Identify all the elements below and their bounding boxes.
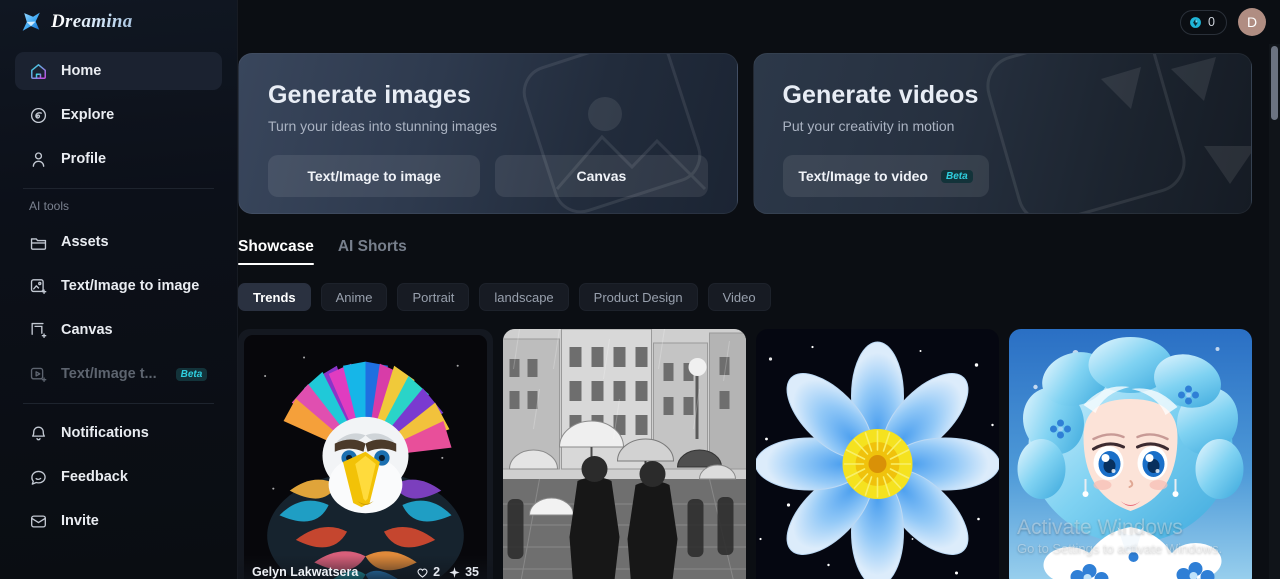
rainy-street-artwork bbox=[503, 329, 746, 579]
text-image-to-video-label: Text/Image to video bbox=[798, 168, 928, 184]
generate-videos-actions: Text/Image to video Beta bbox=[782, 155, 1223, 197]
content-tabs: Showcase AI Shorts bbox=[238, 214, 1280, 265]
tab-showcase[interactable]: Showcase bbox=[238, 238, 314, 265]
canvas-button[interactable]: Canvas bbox=[495, 155, 708, 197]
star-stat[interactable]: 35 bbox=[448, 565, 479, 579]
topbar: 0 D bbox=[238, 0, 1280, 44]
generate-videos-title: Generate videos bbox=[782, 81, 979, 109]
brand-logo[interactable]: Dreamina bbox=[15, 0, 222, 44]
sidebar-item-notifications[interactable]: Notifications bbox=[15, 414, 222, 452]
showcase-card[interactable]: Activate Windows Go to Settings to activ… bbox=[1009, 329, 1252, 579]
like-stat[interactable]: 2 bbox=[416, 565, 440, 579]
generate-videos-subtitle: Put your creativity in motion bbox=[782, 118, 955, 134]
sidebar-item-label: Home bbox=[61, 63, 102, 79]
tab-ai-shorts[interactable]: AI Shorts bbox=[338, 238, 407, 265]
folder-icon bbox=[29, 233, 48, 252]
sidebar-item-label: Notifications bbox=[61, 425, 149, 441]
category-filters: Trends Anime Portrait landscape Product … bbox=[238, 265, 1280, 311]
credits-button[interactable]: 0 bbox=[1180, 9, 1227, 35]
anime-girl-blue-hair-artwork bbox=[1009, 329, 1252, 579]
sidebar-item-invite[interactable]: Invite bbox=[15, 502, 222, 540]
hero-cards: Generate images Turn your ideas into stu… bbox=[238, 44, 1280, 214]
showcase-card[interactable] bbox=[503, 329, 746, 579]
sidebar: Dreamina Home Explore Profile AI tools A… bbox=[0, 0, 238, 579]
chat-icon bbox=[29, 468, 48, 487]
sidebar-item-label: Profile bbox=[61, 151, 107, 167]
sidebar-tools-nav: Assets Text/Image to image Canvas Text/I… bbox=[15, 223, 222, 393]
invite-inbox-icon bbox=[29, 512, 48, 531]
sidebar-item-feedback[interactable]: Feedback bbox=[15, 458, 222, 496]
showcase-card[interactable] bbox=[756, 329, 999, 579]
beta-badge: Beta bbox=[940, 169, 973, 183]
chip-video[interactable]: Video bbox=[707, 283, 771, 311]
chip-anime[interactable]: Anime bbox=[320, 283, 388, 311]
chip-portrait[interactable]: Portrait bbox=[397, 283, 470, 311]
avatar[interactable]: D bbox=[1238, 8, 1266, 36]
sidebar-item-profile[interactable]: Profile bbox=[15, 140, 222, 178]
sidebar-item-text-image-to-video[interactable]: Text/Image t... Beta bbox=[15, 355, 222, 393]
credit-coin-icon bbox=[1189, 16, 1202, 29]
generate-images-card[interactable]: Generate images Turn your ideas into stu… bbox=[238, 53, 738, 214]
dreamina-star-logo-icon bbox=[19, 10, 44, 35]
sidebar-item-text-image-to-image[interactable]: Text/Image to image bbox=[15, 267, 222, 305]
card-thumbnail bbox=[244, 335, 487, 579]
generate-images-subtitle: Turn your ideas into stunning images bbox=[268, 118, 498, 134]
chip-product-design[interactable]: Product Design bbox=[578, 283, 698, 311]
sidebar-item-label: Invite bbox=[61, 513, 99, 529]
sidebar-item-assets[interactable]: Assets bbox=[15, 223, 222, 261]
app-root: Dreamina Home Explore Profile AI tools A… bbox=[0, 0, 1280, 579]
avatar-initial: D bbox=[1246, 14, 1258, 30]
star-count: 35 bbox=[465, 565, 479, 579]
sidebar-group-title: AI tools bbox=[29, 199, 70, 213]
sidebar-secondary-nav: Notifications Feedback Invite bbox=[15, 414, 222, 540]
sidebar-item-canvas[interactable]: Canvas bbox=[15, 311, 222, 349]
main-content: 0 D Generate images Turn your ideas into… bbox=[238, 0, 1280, 579]
compass-icon bbox=[29, 106, 48, 125]
bell-icon bbox=[29, 424, 48, 443]
generate-videos-card[interactable]: Generate videos Put your creativity in m… bbox=[752, 53, 1252, 214]
card-thumbnail bbox=[503, 329, 746, 579]
text-image-to-video-button[interactable]: Text/Image to video Beta bbox=[782, 155, 989, 197]
sidebar-item-label: Assets bbox=[61, 234, 109, 250]
card-thumbnail bbox=[756, 329, 999, 579]
sidebar-divider-bottom bbox=[23, 403, 214, 404]
chip-landscape[interactable]: landscape bbox=[479, 283, 569, 311]
scrollbar-thumb[interactable] bbox=[1271, 46, 1278, 120]
blue-flower-night-artwork bbox=[756, 329, 999, 579]
sidebar-primary-nav: Home Explore Profile bbox=[15, 44, 222, 178]
chip-trends[interactable]: Trends bbox=[238, 283, 311, 311]
sidebar-item-home[interactable]: Home bbox=[15, 52, 222, 90]
scrollbar-track[interactable] bbox=[1269, 44, 1280, 579]
card-thumbnail: Activate Windows Go to Settings to activ… bbox=[1009, 329, 1252, 579]
card-author: Gelyn Lakwatsera bbox=[252, 565, 359, 579]
colorful-eagle-artwork bbox=[244, 335, 487, 579]
home-icon bbox=[29, 62, 48, 81]
showcase-grid: Gelyn Lakwatsera 2 35 Activate Windows G… bbox=[238, 311, 1280, 579]
brand-name: Dreamina bbox=[51, 11, 133, 32]
sidebar-divider-top bbox=[23, 188, 214, 189]
like-count: 2 bbox=[433, 565, 441, 579]
sidebar-item-label: Canvas bbox=[61, 322, 113, 338]
sidebar-item-label: Explore bbox=[61, 107, 115, 123]
showcase-card[interactable]: Gelyn Lakwatsera 2 35 bbox=[238, 329, 493, 579]
generate-images-title: Generate images bbox=[268, 81, 471, 109]
card-meta: Gelyn Lakwatsera 2 35 bbox=[238, 555, 493, 579]
generate-images-actions: Text/Image to image Canvas bbox=[268, 155, 708, 197]
sidebar-item-label: Text/Image t... bbox=[61, 366, 157, 382]
person-icon bbox=[29, 150, 48, 169]
sidebar-item-explore[interactable]: Explore bbox=[15, 96, 222, 134]
image-sparkle-icon bbox=[29, 277, 48, 296]
sparkle-icon bbox=[449, 566, 460, 578]
canvas-frame-icon bbox=[29, 321, 48, 340]
sidebar-item-label: Feedback bbox=[61, 469, 128, 485]
credits-count: 0 bbox=[1208, 15, 1215, 29]
beta-badge: Beta bbox=[175, 367, 208, 381]
text-image-to-image-button[interactable]: Text/Image to image bbox=[268, 155, 481, 197]
sidebar-item-label: Text/Image to image bbox=[61, 278, 200, 294]
heart-icon bbox=[417, 568, 428, 578]
video-sparkle-icon bbox=[29, 365, 48, 384]
